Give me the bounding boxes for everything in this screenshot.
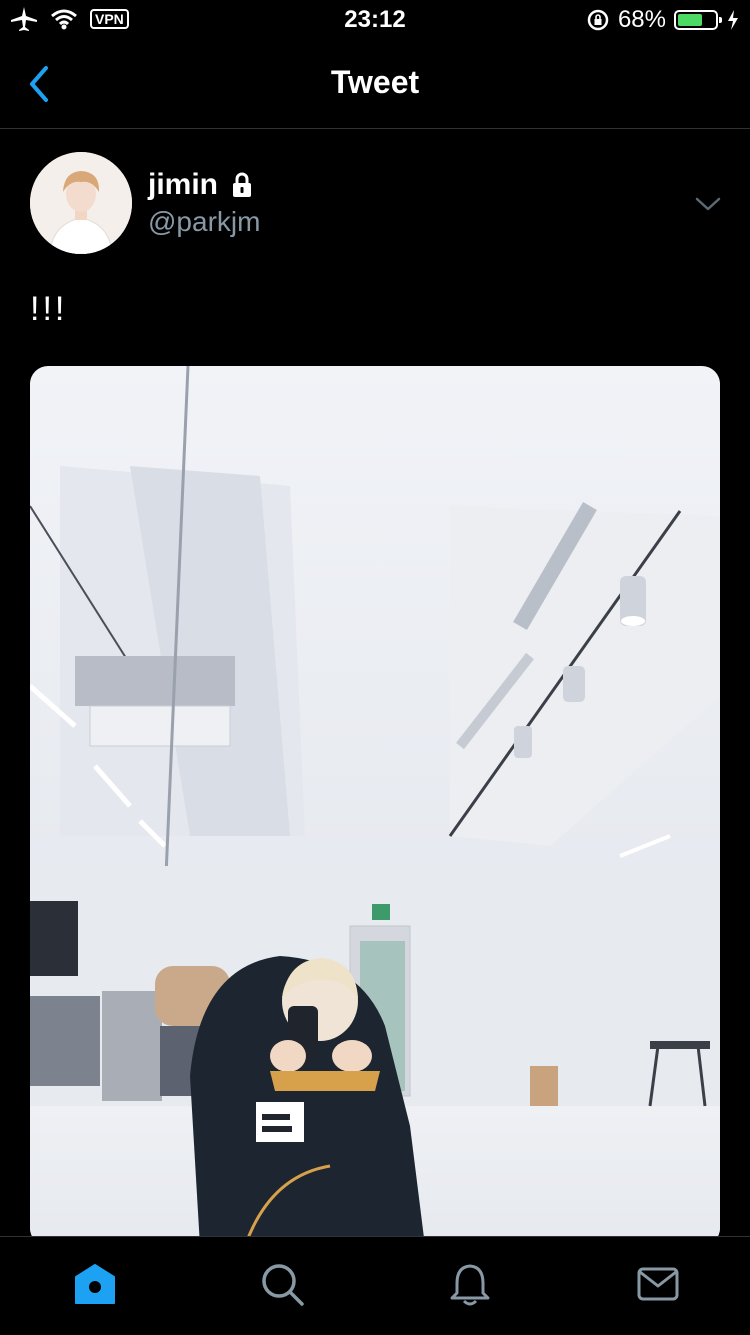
lock-icon <box>233 172 252 197</box>
author-handle[interactable]: @parkjm <box>148 206 260 238</box>
battery-level <box>678 14 702 26</box>
rotation-lock-icon <box>587 9 609 31</box>
author-name-text: jimin <box>148 168 219 201</box>
tab-bar <box>0 1236 750 1335</box>
page-title: Tweet <box>330 64 420 100</box>
home-icon[interactable] <box>72 1261 118 1307</box>
battery-percent: 68% <box>617 6 666 33</box>
author-name[interactable]: jimin <box>148 168 256 202</box>
tweet-media-photo[interactable] <box>30 366 720 1246</box>
avatar[interactable] <box>30 152 132 254</box>
charging-icon <box>728 10 738 30</box>
status-bar: VPN 23:12 68% <box>0 0 750 40</box>
mail-icon[interactable] <box>635 1261 681 1307</box>
bell-icon[interactable] <box>447 1261 493 1307</box>
battery-icon <box>674 10 722 30</box>
search-icon[interactable] <box>259 1261 305 1307</box>
chevron-down-icon[interactable] <box>694 190 722 218</box>
tweet-text: !!! <box>30 290 68 328</box>
status-right: 68% <box>586 6 740 34</box>
navigation-bar: Tweet <box>0 40 750 129</box>
